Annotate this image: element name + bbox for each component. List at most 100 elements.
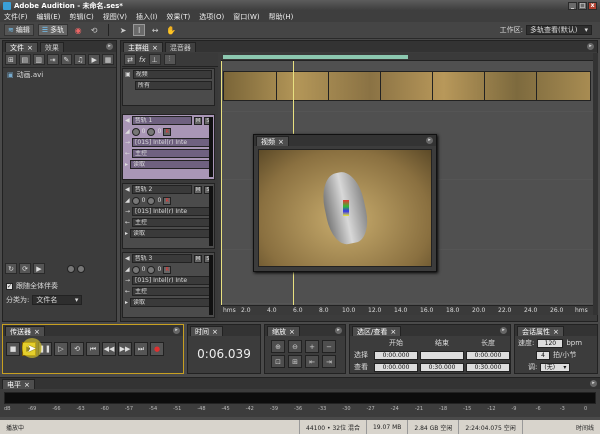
tab-selection-view[interactable]: 选区/查看 × [352, 326, 402, 336]
pan-knob[interactable] [147, 265, 156, 274]
eq-icon[interactable]: ⫶ [163, 54, 176, 65]
time-ruler[interactable]: hms 2.0 4.0 6.0 8.0 10.0 12.0 14.0 16.0 … [221, 305, 593, 315]
panel-menu-icon[interactable]: ▸ [590, 380, 597, 387]
record-button[interactable]: R [163, 127, 172, 136]
import-file-icon[interactable]: ⊞ [5, 54, 17, 65]
panel-menu-icon[interactable]: ▸ [173, 327, 180, 334]
output-select[interactable]: 主控 [132, 287, 212, 296]
tab-level[interactable]: 电平 × [2, 379, 35, 389]
video-window[interactable]: 视频 × ▸ [253, 134, 437, 272]
close-icon[interactable]: × [152, 43, 158, 52]
panel-menu-icon[interactable]: ▸ [106, 43, 113, 50]
pan-knob[interactable] [147, 127, 156, 136]
mute-button[interactable]: M [194, 185, 202, 194]
volume-knob[interactable] [131, 196, 140, 205]
view-length-field[interactable]: 0:30.000 [466, 362, 510, 372]
tab-mixer[interactable]: 混音器 [164, 42, 196, 52]
close-icon[interactable]: × [289, 327, 295, 336]
stop-button[interactable]: ■ [6, 342, 20, 356]
input-select[interactable]: [01S] Intel(r) Inte [132, 276, 212, 285]
panel-menu-icon[interactable]: ▸ [587, 43, 594, 50]
video-track-select[interactable]: 所有 [135, 81, 212, 90]
close-icon[interactable]: × [212, 327, 218, 336]
move-tool-icon[interactable]: ➤ [117, 24, 129, 36]
record-button[interactable]: ● [150, 342, 164, 356]
zoom-selection-icon[interactable]: ⊞ [288, 355, 302, 368]
tab-video[interactable]: 视频 × [256, 136, 289, 146]
record-button[interactable]: R [163, 196, 172, 205]
close-icon[interactable]: × [27, 43, 33, 52]
tab-zoom[interactable]: 缩放 × [267, 326, 300, 336]
input-select[interactable]: [01S] Intel(r) Inte [132, 207, 212, 216]
cd-icon[interactable]: ◉ [72, 24, 84, 36]
zoom-in-horizontal-icon[interactable]: ⊕ [271, 340, 285, 353]
menu-file[interactable]: 文件(F) [4, 12, 28, 22]
track-1-header[interactable]: ◀ 音轨 1MS ◢ 0 0 R → [01S] Intel(r) Inte ← 主控 ▸ 读… [122, 114, 215, 180]
key-select[interactable]: (无) ▾ [540, 362, 571, 372]
close-icon[interactable]: × [278, 137, 284, 146]
selection-end-field[interactable] [420, 350, 464, 360]
maximize-button[interactable]: □ [578, 1, 587, 10]
track-name-field[interactable]: 音轨 3 [131, 254, 192, 263]
close-icon[interactable]: × [553, 327, 559, 336]
vertical-scrollbar[interactable] [593, 53, 598, 315]
rewind-button[interactable]: ◀◀ [102, 342, 116, 356]
track-name-field[interactable]: 音轨 2 [131, 185, 192, 194]
tab-transport[interactable]: 传送器 × [5, 326, 45, 336]
tab-time[interactable]: 时间 × [190, 326, 223, 336]
scrub-tool-icon[interactable]: ↔ [149, 24, 161, 36]
track-2-header[interactable]: ◀ 音轨 2MS ◢ 0 0 R → [01S] Intel(r) Inte ← 主控 ▸ 读… [122, 183, 215, 249]
autoplay-icon[interactable]: ↻ [5, 263, 17, 274]
zoom-out-horizontal-icon[interactable]: ⊖ [288, 340, 302, 353]
sort-select[interactable]: 文件名 ▾ [32, 295, 83, 305]
edit-file-icon[interactable]: ✎ [60, 54, 73, 65]
forward-button[interactable]: ▶▶ [118, 342, 132, 356]
close-icon[interactable]: × [390, 327, 396, 336]
selection-start-field[interactable]: 0:00.000 [374, 350, 418, 360]
preview-volume-knob[interactable] [77, 264, 85, 273]
automation-select[interactable]: 读取 [130, 298, 212, 307]
automation-select[interactable]: 读取 [130, 160, 212, 169]
volume-knob[interactable] [131, 127, 140, 136]
go-to-end-button[interactable]: ⏭ [134, 342, 148, 356]
close-icon[interactable]: × [34, 327, 40, 336]
tempo-field[interactable]: 120 [537, 338, 564, 348]
midi-filter-icon[interactable]: ▦ [102, 54, 114, 65]
close-button[interactable]: x [588, 1, 597, 10]
tab-effects[interactable]: 效果 [39, 42, 64, 52]
input-select[interactable]: [01S] Intel(r) Inte [132, 138, 212, 147]
menu-view[interactable]: 视图(V) [103, 12, 127, 22]
multitrack-view-button[interactable]: ☰ 多轨 [37, 24, 69, 36]
pan-knob[interactable] [147, 196, 156, 205]
tab-files[interactable]: 文件 × [5, 42, 38, 52]
workspace-select[interactable]: 多轨查看(默认) ▾ [526, 25, 592, 35]
minimize-button[interactable]: _ [568, 1, 577, 10]
zoom-full-icon[interactable]: ⊡ [271, 355, 285, 368]
panel-menu-icon[interactable]: ▸ [335, 327, 342, 334]
close-file-icon[interactable]: ▥ [32, 54, 45, 65]
track-name-field[interactable]: 音轨 1 [131, 116, 192, 125]
follow-checkbox[interactable]: ✓ [6, 282, 13, 290]
list-item[interactable]: ▣ 动画.avi [3, 68, 116, 82]
fx-icon[interactable]: fx [139, 56, 146, 64]
view-start-field[interactable]: 0:00.000 [374, 362, 418, 372]
hybrid-icon[interactable]: ⟲ [88, 24, 100, 36]
menu-effects[interactable]: 效果(T) [167, 12, 191, 22]
record-button[interactable]: R [163, 265, 172, 274]
open-file-icon[interactable]: ▤ [18, 54, 31, 65]
menu-options[interactable]: 选项(O) [199, 12, 224, 22]
play-to-end-button[interactable]: ▷ [54, 342, 68, 356]
play-preview-icon[interactable]: ▶ [33, 263, 45, 274]
menu-insert[interactable]: 插入(I) [136, 12, 158, 22]
video-track-header[interactable]: ▣ 视频 所有 [122, 68, 215, 106]
mute-button[interactable]: M [194, 254, 202, 263]
loop-button[interactable]: ⟲ [70, 342, 84, 356]
output-select[interactable]: 主控 [132, 149, 212, 158]
track-3-header[interactable]: ◀ 音轨 3MS ◢ 0 0 R → [01S] Intel(r) Inte ← 主控 ▸ 读… [122, 252, 215, 318]
menu-clip[interactable]: 剪辑(C) [69, 12, 93, 22]
tab-main-group[interactable]: 主群组 × [123, 42, 163, 52]
menu-edit[interactable]: 编辑(E) [37, 12, 61, 22]
hand-tool-icon[interactable]: ✋ [165, 24, 177, 36]
edit-view-button[interactable]: ≋ 编辑 [4, 24, 34, 36]
zoom-right-icon[interactable]: ⇥ [322, 355, 336, 368]
